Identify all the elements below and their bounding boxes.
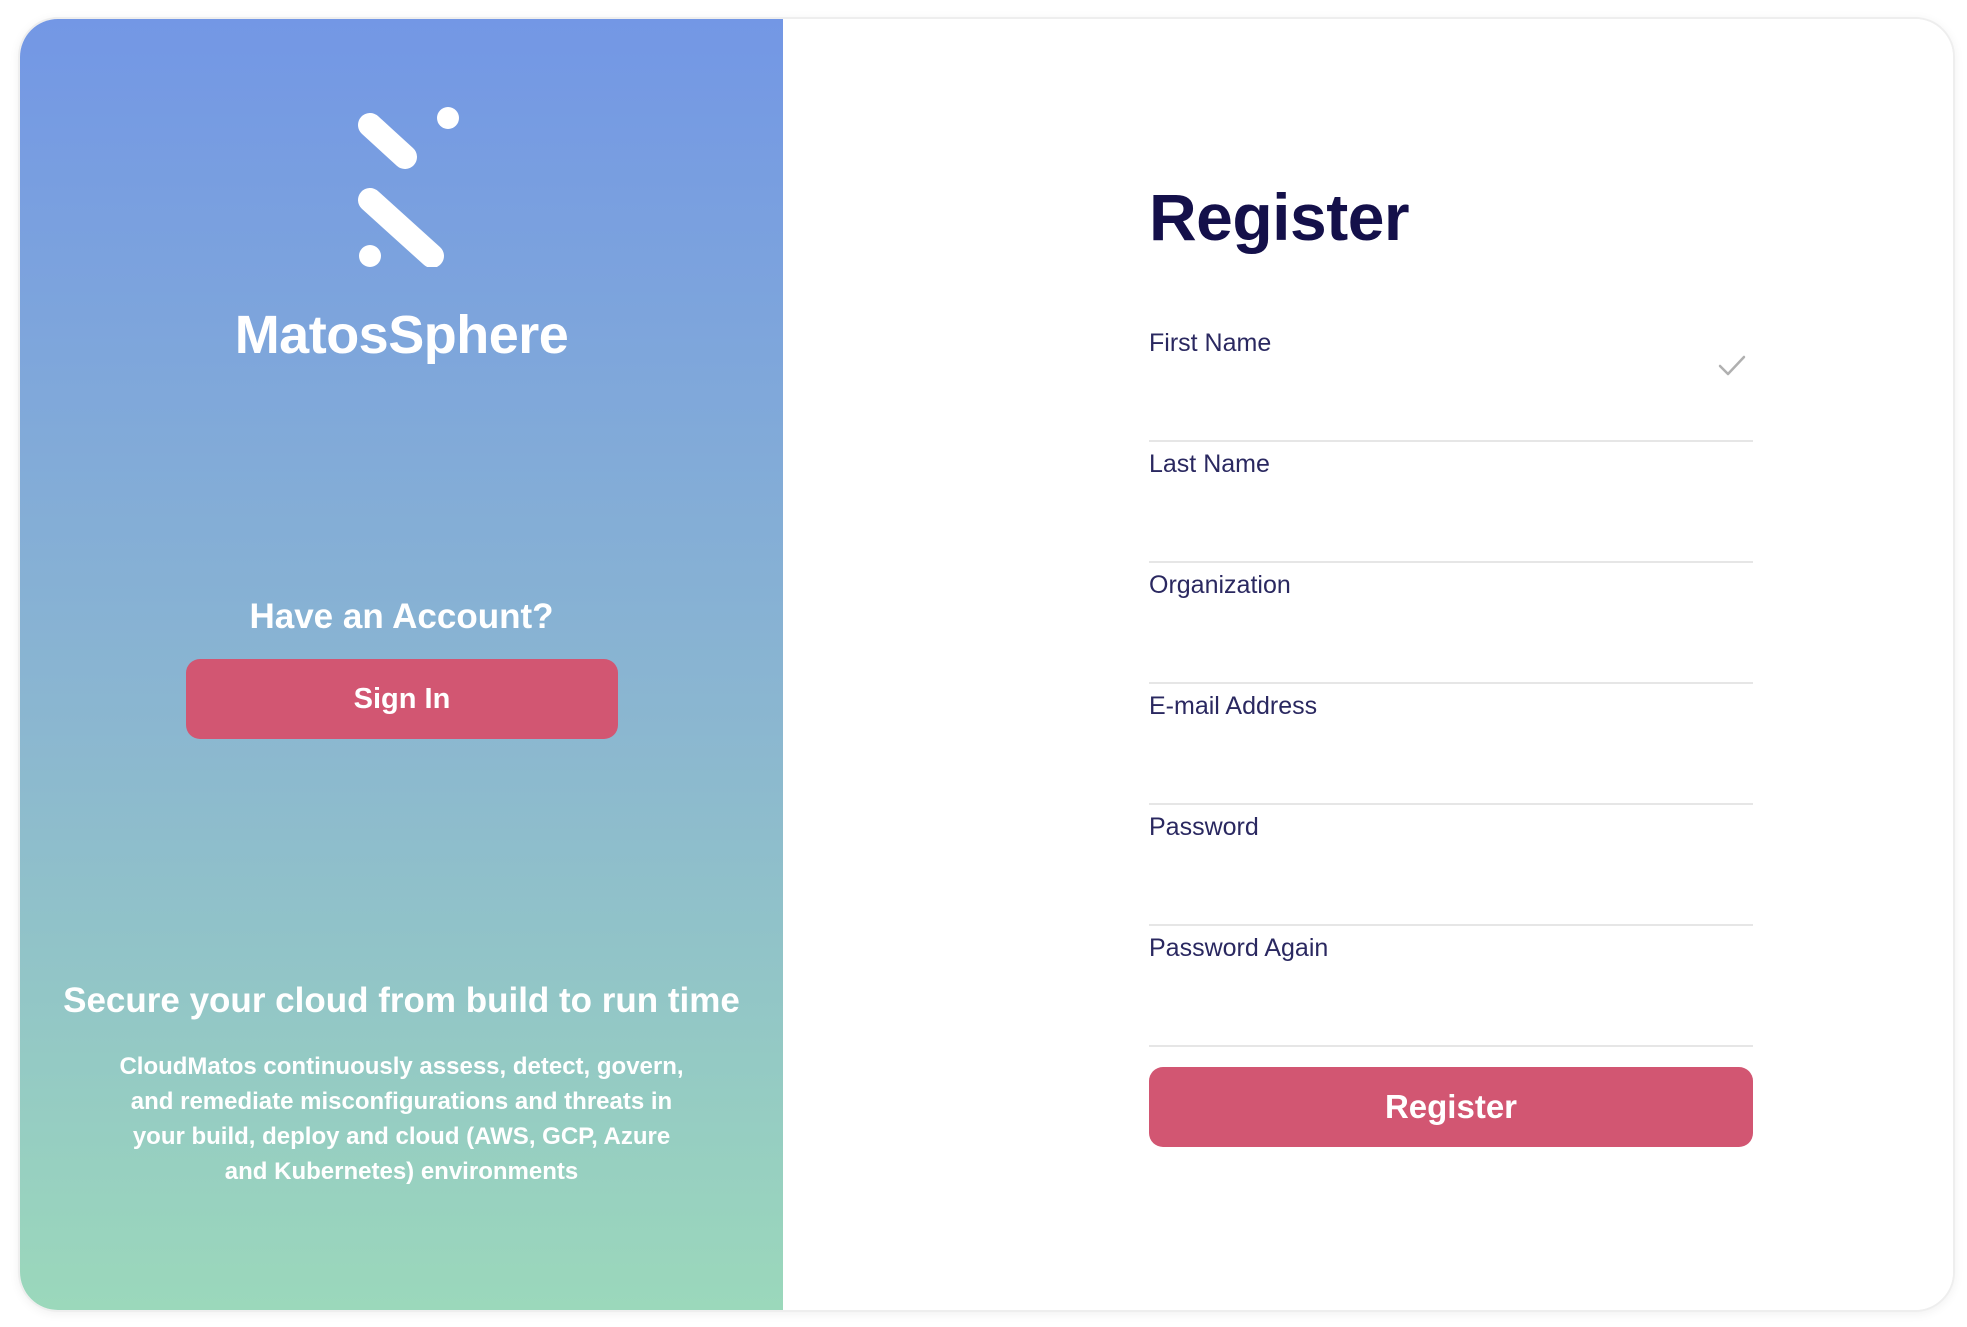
brand-name: MatosSphere (234, 305, 569, 365)
last-name-label: Last Name (1149, 450, 1270, 478)
email-input[interactable] (1149, 759, 1709, 799)
password-again-field: Password Again (1149, 924, 1753, 1047)
register-title: Register (1149, 180, 1410, 254)
have-account-heading: Have an Account? (249, 597, 554, 636)
sign-in-button[interactable]: Sign In (186, 659, 618, 739)
last-name-input[interactable] (1149, 517, 1709, 557)
email-field: E-mail Address (1149, 682, 1753, 805)
password-label: Password (1149, 813, 1259, 841)
product-description: CloudMatos continuously assess, detect, … (119, 1053, 684, 1185)
tagline: Secure your cloud from build to run time (63, 981, 740, 1020)
right-panel: Register First Name Last Name Organizati… (783, 19, 1953, 1310)
password-again-input[interactable] (1149, 1001, 1709, 1041)
email-label: E-mail Address (1149, 692, 1318, 720)
first-name-label: First Name (1149, 329, 1272, 357)
organization-field: Organization (1149, 561, 1753, 684)
first-name-input[interactable] (1149, 396, 1709, 436)
organization-input[interactable] (1149, 638, 1709, 678)
checkmark-icon (1718, 355, 1746, 376)
left-panel: MatosSphere Have an Account? Sign In Sec… (20, 19, 783, 1310)
organization-label: Organization (1149, 571, 1291, 599)
last-name-field: Last Name (1149, 440, 1753, 563)
password-input[interactable] (1149, 880, 1709, 920)
password-field: Password (1149, 803, 1753, 926)
register-button[interactable]: Register (1149, 1067, 1753, 1147)
password-again-label: Password Again (1149, 934, 1329, 962)
first-name-field: First Name (1149, 319, 1753, 442)
matossphere-logo-icon (358, 107, 459, 267)
register-card: MatosSphere Have an Account? Sign In Sec… (18, 17, 1955, 1312)
